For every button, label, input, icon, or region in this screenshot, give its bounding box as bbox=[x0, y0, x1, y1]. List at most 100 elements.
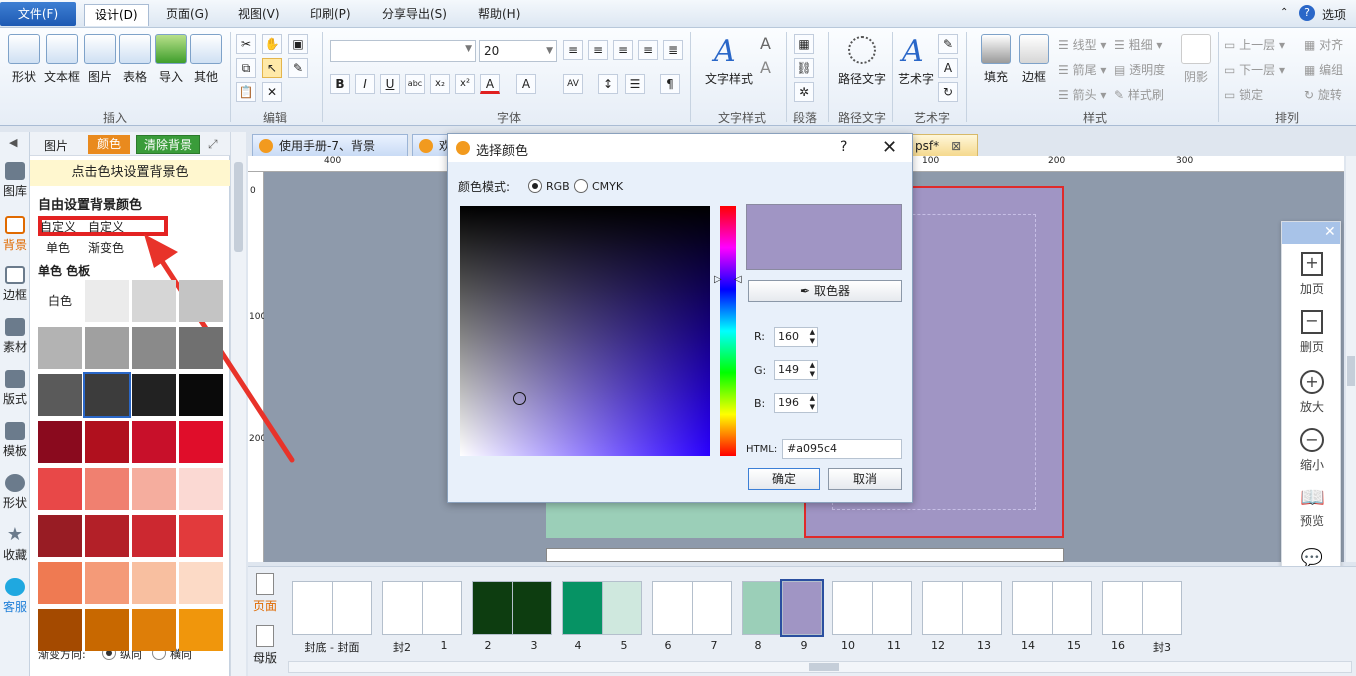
color-swatch[interactable] bbox=[38, 562, 82, 604]
toolbar-layout[interactable]: 版式 bbox=[0, 370, 30, 407]
color-swatch[interactable] bbox=[179, 609, 223, 651]
color-swatch[interactable] bbox=[38, 515, 82, 557]
canvas-scroll-thumb[interactable] bbox=[1347, 356, 1355, 386]
menu-help[interactable]: 帮助(H) bbox=[468, 4, 530, 26]
color-swatch[interactable] bbox=[132, 515, 176, 557]
paste-icon[interactable]: 📋 bbox=[236, 82, 256, 102]
color-swatch[interactable] bbox=[179, 374, 223, 416]
line-type-button[interactable]: ☰ 线型 ▾ bbox=[1058, 36, 1106, 53]
color-swatch[interactable] bbox=[132, 468, 176, 510]
toolbar-gallery[interactable]: 图库 bbox=[0, 162, 30, 199]
color-swatch[interactable] bbox=[132, 609, 176, 651]
collapse-panel-icon[interactable]: ◀ bbox=[9, 136, 17, 149]
color-swatch[interactable] bbox=[38, 327, 82, 369]
justify-icon[interactable]: ≡ bbox=[638, 40, 658, 60]
color-swatch[interactable] bbox=[85, 609, 129, 651]
list-icon[interactable]: ☰ bbox=[625, 74, 645, 94]
crop-image-icon[interactable]: ▣ bbox=[288, 34, 308, 54]
font-highlight-icon[interactable]: A bbox=[516, 74, 536, 94]
font-family-select[interactable]: ▼ bbox=[330, 40, 476, 62]
saturation-value-field[interactable] bbox=[460, 206, 710, 456]
align-center-icon[interactable]: ≡ bbox=[588, 40, 608, 60]
strikethrough-icon[interactable]: abc bbox=[405, 74, 425, 94]
tab-color[interactable]: 颜色 bbox=[88, 135, 130, 154]
g-input[interactable]: 149 ▲ ▼ bbox=[774, 360, 818, 380]
send-backward-button[interactable]: ▭ 下一层 ▾ bbox=[1224, 61, 1285, 78]
clear-background-button[interactable]: 清除背景 bbox=[136, 135, 200, 154]
custom-color-1[interactable]: 自定义 bbox=[40, 218, 76, 235]
delete-icon[interactable]: ✕ bbox=[262, 82, 282, 102]
toolbar-shape[interactable]: 形状 bbox=[0, 474, 30, 511]
arrow-head-button[interactable]: ☰ 箭头 ▾ bbox=[1058, 86, 1106, 103]
color-swatch[interactable] bbox=[179, 280, 223, 322]
color-swatch[interactable] bbox=[179, 562, 223, 604]
underline-icon[interactable]: U bbox=[380, 74, 400, 94]
opacity-button[interactable]: ▤ 透明度 bbox=[1114, 61, 1165, 78]
chain-icon[interactable]: ⛓ bbox=[794, 58, 814, 78]
cancel-button[interactable]: 取消 bbox=[828, 468, 902, 490]
color-swatch[interactable] bbox=[179, 468, 223, 510]
cut-icon[interactable]: ✂ bbox=[236, 34, 256, 54]
menu-print[interactable]: 印刷(P) bbox=[300, 4, 361, 26]
hue-slider[interactable] bbox=[720, 206, 736, 456]
tab-master[interactable]: 母版 bbox=[250, 625, 280, 673]
eyedropper-button[interactable]: ✒ 取色器 bbox=[748, 280, 902, 302]
menu-view[interactable]: 视图(V) bbox=[228, 4, 290, 26]
tab-image[interactable]: 图片 bbox=[44, 137, 68, 154]
line-spacing-icon[interactable]: ↕ bbox=[598, 74, 618, 94]
doc-tab-1[interactable]: 使用手册-7、背景⊠ bbox=[252, 134, 408, 175]
toolbar-material[interactable]: 素材 bbox=[0, 318, 30, 355]
font-color-icon[interactable]: A bbox=[480, 74, 500, 94]
color-swatch[interactable]: 白色 bbox=[38, 280, 82, 322]
ok-button[interactable]: 确定 bbox=[748, 468, 820, 490]
color-swatch[interactable] bbox=[179, 515, 223, 557]
fill-tool[interactable]: 填充 bbox=[976, 34, 1016, 85]
distribute-icon[interactable]: ≣ bbox=[663, 40, 683, 60]
subscript-icon[interactable]: x₂ bbox=[430, 74, 450, 94]
bring-forward-button[interactable]: ▭ 上一层 ▾ bbox=[1224, 36, 1285, 53]
color-swatch[interactable] bbox=[38, 468, 82, 510]
tab-pages[interactable]: 页面 bbox=[250, 573, 280, 621]
color-swatch[interactable] bbox=[85, 562, 129, 604]
expand-icon[interactable]: ⤢ bbox=[208, 137, 218, 152]
add-page-button[interactable]: + 加页 bbox=[1282, 252, 1342, 297]
color-swatch[interactable] bbox=[132, 374, 176, 416]
art-edit-icon[interactable]: ✎ bbox=[938, 34, 958, 54]
pointer-icon[interactable]: ↖ bbox=[262, 58, 282, 78]
color-cursor[interactable] bbox=[513, 392, 526, 405]
rotate-button[interactable]: ↻ 旋转 bbox=[1304, 86, 1342, 103]
color-swatch[interactable] bbox=[38, 609, 82, 651]
art-text-tool[interactable]: A 艺术字 bbox=[896, 34, 936, 87]
paragraph-icon[interactable]: ¶ bbox=[660, 74, 680, 94]
color-swatch[interactable] bbox=[85, 327, 129, 369]
color-swatch[interactable] bbox=[85, 468, 129, 510]
doc-tab-2[interactable]: 欢 bbox=[412, 134, 452, 156]
color-swatch[interactable] bbox=[85, 515, 129, 557]
path-text-tool[interactable]: 路径文字 bbox=[836, 34, 888, 87]
align-left-icon[interactable]: ≡ bbox=[563, 40, 583, 60]
rgb-radio[interactable] bbox=[528, 179, 542, 193]
menu-design[interactable]: 设计(D) bbox=[84, 4, 149, 26]
text-style-tool[interactable]: A 文字样式 bbox=[702, 34, 756, 87]
cmyk-radio[interactable] bbox=[574, 179, 588, 193]
border-tool[interactable]: 边框 bbox=[1014, 34, 1054, 85]
zoom-in-button[interactable]: + 放大 bbox=[1282, 370, 1342, 415]
art-shape-icon[interactable]: A bbox=[938, 58, 958, 78]
align-right-icon[interactable]: ≡ bbox=[613, 40, 633, 60]
align-button[interactable]: ▦ 对齐 bbox=[1304, 36, 1343, 53]
toolbar-template[interactable]: 模板 bbox=[0, 422, 30, 459]
style-brush-button[interactable]: ✎ 样式刷 bbox=[1114, 86, 1164, 103]
text-box-link-icon[interactable]: ▦ bbox=[794, 34, 814, 54]
color-swatch[interactable] bbox=[132, 280, 176, 322]
collapse-ribbon-icon[interactable]: ⌃ bbox=[1280, 7, 1288, 18]
side-panel-close-icon[interactable]: ✕ bbox=[1324, 224, 1336, 240]
dialog-close-icon[interactable]: ✕ bbox=[882, 137, 897, 158]
options-menu[interactable]: 选项 bbox=[1322, 6, 1346, 23]
custom-color-2[interactable]: 自定义 bbox=[88, 218, 124, 235]
b-input[interactable]: 196 ▲ ▼ bbox=[774, 393, 818, 413]
r-input[interactable]: 160 ▲ ▼ bbox=[774, 327, 818, 347]
delete-page-button[interactable]: − 删页 bbox=[1282, 310, 1342, 355]
canvas-scrollbar[interactable] bbox=[1346, 156, 1356, 562]
hue-marker-right[interactable]: ◁ bbox=[734, 274, 742, 285]
preview-button[interactable]: 📖 预览 bbox=[1282, 486, 1342, 529]
